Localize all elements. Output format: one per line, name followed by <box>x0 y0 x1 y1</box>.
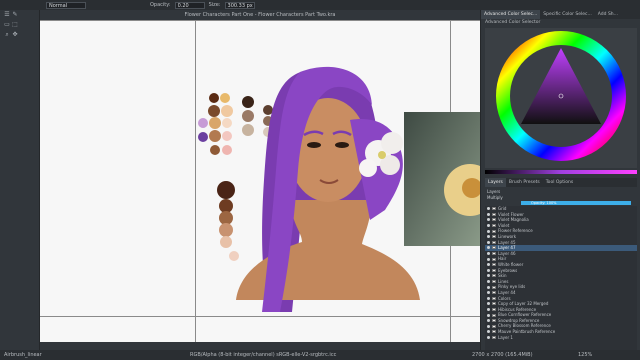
color-selector[interactable] <box>485 28 637 168</box>
eye-icon[interactable] <box>487 280 490 284</box>
eye-icon[interactable] <box>487 246 490 250</box>
layer-thumbnail <box>492 229 496 233</box>
layers-tabs: Layers Brush Presets Tool Options <box>485 178 637 187</box>
eye-icon[interactable] <box>487 229 490 233</box>
layer-thumbnail <box>492 268 496 272</box>
layer-thumbnail <box>492 291 496 295</box>
tab-advanced-color[interactable]: Advanced Color Selec... <box>481 10 541 19</box>
tab-specific-color[interactable]: Specific Color Selec... <box>540 10 595 19</box>
layer-thumbnail <box>492 207 496 211</box>
eye-icon[interactable] <box>487 307 490 311</box>
eye-icon[interactable] <box>487 212 490 216</box>
opacity-label: Opacity: <box>150 2 171 8</box>
canvas[interactable] <box>40 20 480 342</box>
eye-icon[interactable] <box>487 207 490 211</box>
status-bar: Airbrush_linear RGB/Alpha (8-bit integer… <box>0 350 640 360</box>
eye-icon[interactable] <box>487 263 490 267</box>
layer-list[interactable]: Grid Violet Flower Violet Magnolia Violet Fl… <box>485 206 637 350</box>
eye-icon[interactable] <box>487 224 490 228</box>
layer-thumbnail <box>492 296 496 300</box>
eye-icon[interactable] <box>487 268 490 272</box>
layer-thumbnail <box>492 307 496 311</box>
toolbox: ☰ ✎ ▭ ⬚ ⌕ ✥ <box>0 10 40 350</box>
layer-thumbnail <box>492 257 496 261</box>
tab-brush-presets[interactable]: Brush Presets <box>506 178 543 187</box>
layer-thumbnail <box>492 319 496 323</box>
selection-icon[interactable]: ⬚ <box>12 22 18 28</box>
blend-mode-select[interactable]: Normal <box>46 1 86 9</box>
eye-icon[interactable] <box>487 252 490 256</box>
eye-icon[interactable] <box>487 274 490 278</box>
eye-icon[interactable] <box>487 235 490 239</box>
eye-icon[interactable] <box>487 285 490 289</box>
zoom-level[interactable]: 125% <box>578 352 592 358</box>
opacity-field[interactable]: 0.20 <box>174 1 205 9</box>
layer-thumbnail <box>492 285 496 289</box>
eye-icon[interactable] <box>487 302 490 306</box>
eye-icon[interactable] <box>487 313 490 317</box>
eye-icon[interactable] <box>487 240 490 244</box>
eye-icon[interactable] <box>487 335 490 339</box>
eye-icon[interactable] <box>487 319 490 323</box>
layer-thumbnail <box>492 212 496 216</box>
layer-thumbnail <box>492 246 496 250</box>
layer-thumbnail <box>492 324 496 328</box>
layer-thumbnail <box>492 263 496 267</box>
tab-tool-options[interactable]: Tool Options <box>543 178 577 187</box>
top-toolbar: Normal Opacity: 0.20 Size: 300.33 px <box>0 0 640 10</box>
layer-thumbnail <box>492 280 496 284</box>
layer-thumbnail <box>492 218 496 222</box>
eye-icon[interactable] <box>487 218 490 222</box>
eye-icon[interactable] <box>487 324 490 328</box>
eraser-icon[interactable]: ▭ <box>4 22 10 28</box>
layer-opacity-slider[interactable]: Opacity: 100% <box>521 201 631 205</box>
selector-title: Advanced Color Selector <box>485 20 541 25</box>
tab-add-shape[interactable]: Add Sh... <box>595 10 621 19</box>
menu-icon[interactable]: ☰ <box>4 12 10 18</box>
layer-name: Layer 1 <box>498 334 513 340</box>
layer-thumbnail <box>492 302 496 306</box>
layer-thumbnail <box>492 335 496 339</box>
eye-icon[interactable] <box>487 296 490 300</box>
right-panel: Advanced Color Selec... Specific Color S… <box>480 10 640 350</box>
reference-photo <box>404 112 480 246</box>
move-icon[interactable]: ✥ <box>12 32 18 38</box>
color-tabs: Advanced Color Selec... Specific Color S… <box>481 10 640 19</box>
eye-icon[interactable] <box>487 291 490 295</box>
brush-name: Airbrush_linear <box>4 352 42 358</box>
layer-thumbnail <box>492 235 496 239</box>
color-palette-swatches <box>198 93 273 261</box>
layer-thumbnail <box>492 313 496 317</box>
artwork <box>198 66 480 312</box>
layer-thumbnail <box>492 240 496 244</box>
tab-layers[interactable]: Layers <box>485 178 506 187</box>
brush-icon[interactable]: ✎ <box>12 12 18 18</box>
layer-thumbnail <box>492 224 496 228</box>
eye-icon[interactable] <box>487 257 490 261</box>
size-field[interactable]: 300.33 px <box>224 1 255 9</box>
size-label: Size: <box>208 2 221 8</box>
color-slider[interactable] <box>485 170 637 174</box>
blend-select[interactable]: Multiply <box>487 195 503 200</box>
image-dimensions: 2700 x 2700 (165.4MiB) <box>472 352 533 358</box>
layer-thumbnail <box>492 274 496 278</box>
layer-thumbnail <box>492 252 496 256</box>
zoom-icon[interactable]: ⌕ <box>4 32 10 38</box>
color-wheel[interactable] <box>485 28 637 168</box>
layer-row[interactable]: Layer 1 <box>485 335 637 341</box>
layers-header: Layers <box>487 189 501 194</box>
document-title: Flower Characters Part One - Flower Char… <box>40 10 480 20</box>
eye-icon[interactable] <box>487 330 490 334</box>
layer-thumbnail <box>492 330 496 334</box>
color-space: RGB/Alpha (8-bit integer/channel) sRGB-e… <box>190 352 337 358</box>
